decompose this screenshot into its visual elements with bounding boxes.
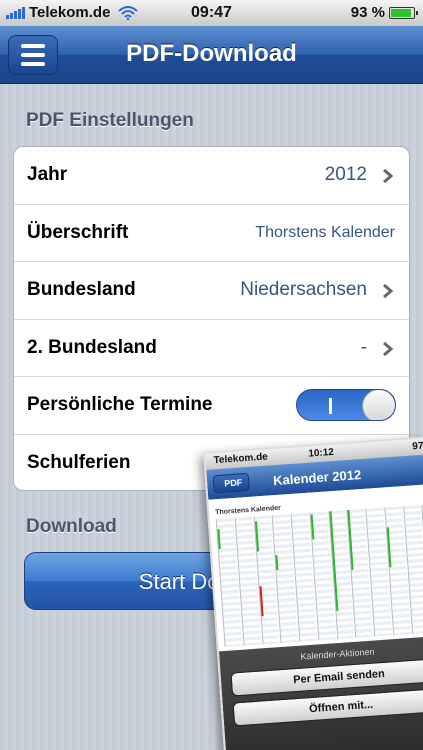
row-label: Überschrift — [27, 221, 129, 243]
row-label: Jahr — [27, 164, 68, 186]
calendar-preview: Thorstens Kalender 20 — [208, 483, 423, 652]
status-right: 93 % — [350, 4, 418, 21]
row-value: 2012 — [324, 164, 367, 186]
row-personal-appointments: Persönliche Termine — [14, 377, 409, 435]
preview-screenshot: Telekom.de 10:12 97 % PDF Kalender 2012 … — [203, 435, 423, 750]
title-input[interactable]: Thorstens Kalender — [255, 224, 395, 242]
section-header-download: Download — [26, 516, 117, 537]
toggle-knob[interactable] — [362, 390, 395, 420]
page-title: PDF-Download — [126, 40, 297, 67]
row-value: - — [360, 336, 367, 358]
preview-action-sheet: Kalender-Aktionen Per Email senden Öffne… — [218, 634, 423, 750]
row-label: Persönliche Termine — [27, 394, 213, 416]
row-value: Niedersachsen — [240, 279, 367, 301]
row-year[interactable]: Jahr 2012 — [14, 147, 409, 205]
preview-battery: 97 % — [411, 440, 423, 453]
chevron-right-icon — [383, 283, 394, 299]
chevron-right-icon — [383, 341, 394, 356]
preview-title: Kalender 2012 — [272, 467, 362, 489]
preview-back-button[interactable]: PDF — [212, 472, 250, 494]
row-label: Schulferien — [27, 452, 131, 474]
row-second-state[interactable]: 2. Bundesland - — [14, 320, 409, 377]
preview-carrier: Telekom.de — [213, 451, 269, 467]
section-header-pdf-settings: PDF Einstellungen — [26, 110, 194, 131]
row-label: 2. Bundesland — [27, 336, 157, 358]
status-bar: Telekom.de 09:47 93 % — [0, 0, 423, 26]
battery-percent: 93 % — [350, 4, 385, 21]
row-title[interactable]: Überschrift Thorstens Kalender — [14, 205, 409, 262]
battery-icon — [389, 6, 418, 19]
navigation-bar: PDF-Download — [0, 26, 423, 84]
personal-appointments-toggle[interactable] — [296, 389, 396, 421]
row-state[interactable]: Bundesland Niedersachsen — [14, 262, 409, 320]
settings-table: Jahr 2012 Überschrift Thorstens Kalender… — [13, 146, 410, 491]
preview-time: 10:12 — [308, 446, 335, 460]
calendar-grid — [215, 503, 423, 647]
row-label: Bundesland — [27, 279, 136, 301]
toggle-on-mark — [329, 398, 332, 414]
chevron-right-icon — [383, 168, 394, 184]
